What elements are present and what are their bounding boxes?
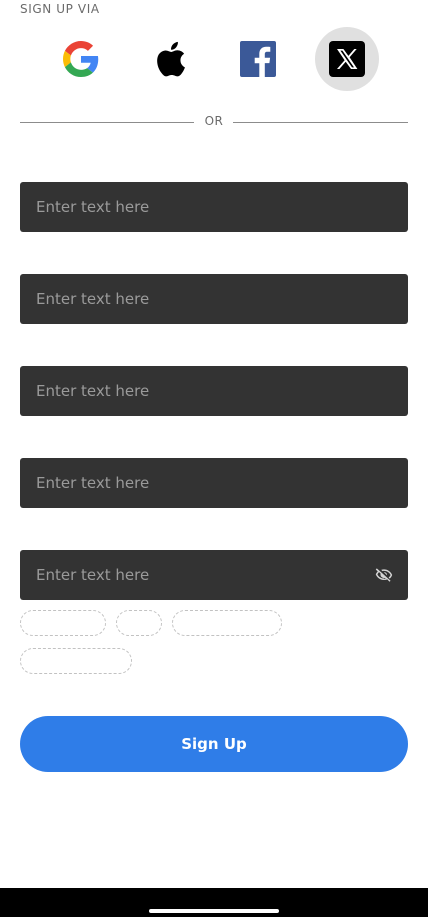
text-field-2[interactable] <box>20 274 408 324</box>
apple-icon <box>157 41 185 77</box>
google-signup-button[interactable] <box>49 27 113 91</box>
sign-up-button[interactable]: Sign Up <box>20 716 408 772</box>
signup-via-label: SIGN UP VIA <box>20 2 100 16</box>
apple-signup-button[interactable] <box>138 27 202 91</box>
google-icon <box>63 41 99 77</box>
social-login-row <box>0 27 428 91</box>
password-requirement-chip-4 <box>20 648 132 674</box>
text-input-1[interactable] <box>20 182 408 232</box>
divider-text: OR <box>204 114 224 128</box>
x-signup-button[interactable] <box>315 27 379 91</box>
home-indicator[interactable] <box>149 909 279 913</box>
password-requirement-chip-3 <box>172 610 282 636</box>
eye-off-icon <box>375 568 393 582</box>
text-field-4[interactable] <box>20 458 408 508</box>
text-input-2[interactable] <box>20 274 408 324</box>
or-divider: OR <box>20 113 408 131</box>
text-field-3[interactable] <box>20 366 408 416</box>
text-field-1[interactable] <box>20 182 408 232</box>
toggle-visibility-button[interactable] <box>374 565 394 585</box>
password-requirement-chip-2 <box>116 610 162 636</box>
text-input-4[interactable] <box>20 458 408 508</box>
system-navigation-bar <box>0 888 428 917</box>
facebook-icon <box>240 41 276 77</box>
password-requirement-chip-1 <box>20 610 106 636</box>
password-input[interactable] <box>20 550 408 600</box>
facebook-signup-button[interactable] <box>226 27 290 91</box>
text-input-3[interactable] <box>20 366 408 416</box>
password-field[interactable] <box>20 550 408 600</box>
divider-line-right <box>233 122 408 123</box>
x-icon <box>329 41 365 77</box>
